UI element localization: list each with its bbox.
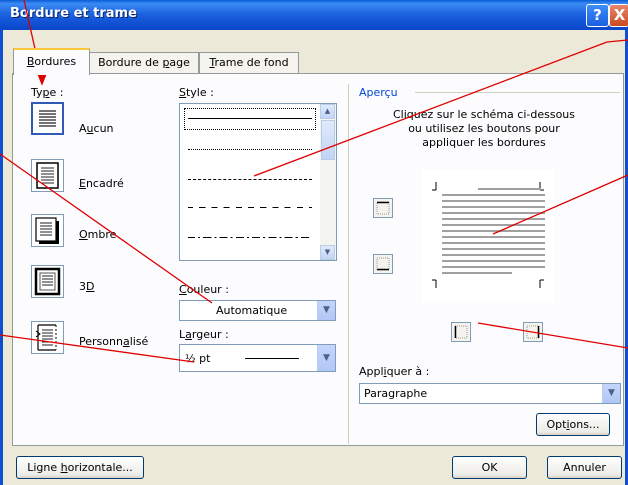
border-right-icon xyxy=(526,325,540,339)
type-custom-label[interactable]: Personnalisé xyxy=(79,335,148,348)
window-title: Bordure et trame xyxy=(10,6,137,21)
type-none-label[interactable]: Aucun xyxy=(79,122,114,135)
color-select[interactable]: Automatique ▼ xyxy=(179,300,336,321)
chevron-down-icon[interactable]: ▼ xyxy=(602,384,620,403)
preview-text-line xyxy=(442,212,545,214)
style-option-solid[interactable] xyxy=(188,118,312,119)
preview-text-line xyxy=(442,242,545,244)
type-3d-label[interactable]: 3D xyxy=(79,280,94,293)
width-label: Largeur : xyxy=(179,328,229,341)
type-custom-icon[interactable] xyxy=(31,321,64,354)
style-list[interactable]: ▲ ▼ xyxy=(179,103,337,261)
preview-diagram[interactable] xyxy=(422,170,554,303)
preview-text-line xyxy=(442,254,545,256)
tab-bordure-de-page[interactable]: Bordure de page xyxy=(89,52,199,73)
preview-text-line xyxy=(442,272,512,274)
style-option-dash-small[interactable] xyxy=(188,179,312,180)
preview-text-line xyxy=(442,224,545,226)
preview-label: Aperçu xyxy=(359,86,398,99)
scroll-thumb[interactable] xyxy=(321,120,335,160)
scroll-down-icon[interactable]: ▼ xyxy=(320,245,335,260)
instruction-line: Cliquez sur le schéma ci-dessous xyxy=(392,108,575,121)
preview-text-line xyxy=(442,206,545,208)
preview-text-line xyxy=(442,266,545,268)
border-bottom-icon xyxy=(376,257,390,271)
type-none-icon[interactable] xyxy=(31,102,64,135)
color-select-value: Automatique xyxy=(216,304,288,317)
tab-trame-de-fond[interactable]: Trame de fond xyxy=(199,52,299,73)
tab-bordures[interactable]: Bordures xyxy=(13,48,90,75)
instruction-line: appliquer les bordures xyxy=(422,136,546,149)
apply-to-label: Appliquer à : xyxy=(359,365,430,378)
type-3d-icon[interactable] xyxy=(31,265,64,298)
type-label: Type : xyxy=(31,86,64,99)
chevron-down-icon[interactable]: ▼ xyxy=(317,345,335,371)
preview-group-line xyxy=(415,92,620,93)
preview-text-line xyxy=(478,188,541,190)
style-selected-item[interactable] xyxy=(184,108,316,130)
apply-to-select[interactable]: Paragraphe ▼ xyxy=(359,383,621,404)
options-button[interactable]: Options... xyxy=(536,413,610,436)
type-shadow-label[interactable]: Ombre xyxy=(79,228,116,241)
border-left-button[interactable] xyxy=(451,322,471,342)
cancel-button[interactable]: Annuler xyxy=(547,456,622,479)
width-select[interactable]: ½ pt ▼ xyxy=(179,344,336,372)
type-shadow-icon[interactable] xyxy=(31,214,64,247)
chevron-down-icon[interactable]: ▼ xyxy=(317,301,335,320)
help-button[interactable]: ? xyxy=(586,4,609,27)
preview-text-line xyxy=(442,194,545,196)
style-scrollbar[interactable]: ▲ ▼ xyxy=(320,104,336,260)
width-sample-line xyxy=(245,358,299,359)
border-top-button[interactable] xyxy=(373,198,393,218)
width-select-value: ½ pt xyxy=(185,352,211,365)
preview-text-line xyxy=(442,200,545,202)
instruction-line: ou utilisez les boutons pour xyxy=(408,122,560,135)
border-left-icon xyxy=(454,325,468,339)
style-option-dash-dot[interactable] xyxy=(188,237,312,238)
preview-text-line xyxy=(442,248,545,250)
apply-to-value: Paragraphe xyxy=(364,387,428,400)
close-button[interactable]: X xyxy=(609,4,628,27)
border-bottom-button[interactable] xyxy=(373,254,393,274)
preview-text-line xyxy=(442,236,545,238)
style-option-dotted[interactable] xyxy=(188,149,312,150)
type-box-label[interactable]: Encadré xyxy=(79,177,124,190)
border-right-button[interactable] xyxy=(523,322,543,342)
scroll-up-icon[interactable]: ▲ xyxy=(320,104,335,119)
style-label: Style : xyxy=(179,86,214,99)
type-box-icon[interactable] xyxy=(31,159,64,192)
ok-button[interactable]: OK xyxy=(452,456,527,479)
group-divider xyxy=(348,84,349,444)
preview-instructions: Cliquez sur le schéma ci-dessous ou util… xyxy=(359,108,609,150)
preview-text-line xyxy=(442,218,545,220)
horizontal-line-button[interactable]: Ligne horizontale... xyxy=(16,456,144,479)
preview-text-line xyxy=(442,230,545,232)
preview-text-line xyxy=(442,260,545,262)
border-top-icon xyxy=(376,201,390,215)
style-option-dash-large[interactable] xyxy=(188,207,312,208)
color-label: Couleur : xyxy=(179,283,229,296)
